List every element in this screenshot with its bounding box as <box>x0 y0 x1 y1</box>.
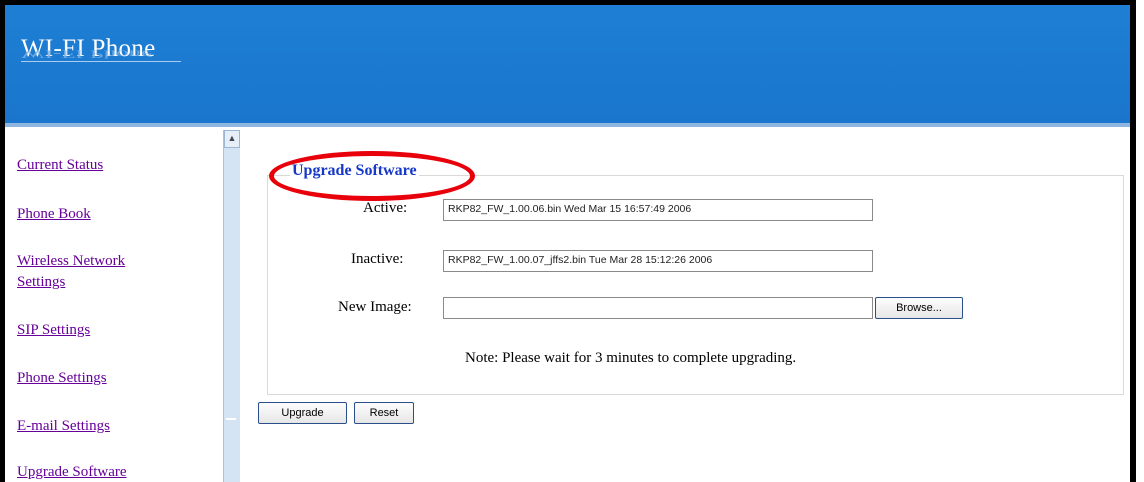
sidebar-item-phone-book[interactable]: Phone Book <box>17 204 91 224</box>
upgrade-button[interactable]: Upgrade <box>258 402 347 424</box>
browse-button[interactable]: Browse... <box>875 297 963 319</box>
sidebar-item-wireless-network[interactable]: Wireless Network <box>17 251 125 271</box>
sidebar-item-sip-settings[interactable]: SIP Settings <box>17 320 90 340</box>
sidebar-nav: Current Status Phone Book Wireless Netwo… <box>5 127 220 482</box>
highlight-oval <box>269 151 475 201</box>
new-image-label: New Image: <box>338 299 412 315</box>
reset-button[interactable]: Reset <box>354 402 414 424</box>
logo-reflection: WI-FI Phone <box>21 47 153 60</box>
inactive-label: Inactive: <box>351 251 404 267</box>
active-label: Active: <box>363 200 408 216</box>
sidebar-item-upgrade-software[interactable]: Upgrade Software <box>17 462 127 482</box>
active-firmware-field[interactable]: RKP82_FW_1.00.06.bin Wed Mar 15 16:57:49… <box>443 199 873 221</box>
page-header: WI-FI Phone WI-FI Phone <box>5 5 1130 123</box>
sidebar-item-wireless-network-settings[interactable]: Settings <box>17 272 65 292</box>
sidebar-item-email-settings[interactable]: E-mail Settings <box>17 416 110 436</box>
scrollbar-mark <box>226 418 236 420</box>
new-image-file-input[interactable] <box>443 297 873 319</box>
logo-underline <box>21 61 181 62</box>
sidebar-item-current-status[interactable]: Current Status <box>17 155 103 175</box>
browser-frame: WI-FI Phone WI-FI Phone Current Status P… <box>0 0 1136 482</box>
inactive-firmware-field[interactable]: RKP82_FW_1.00.07_jffs2.bin Tue Mar 28 15… <box>443 250 873 272</box>
scroll-up-arrow-icon[interactable]: ▲ <box>224 130 240 148</box>
upgrade-note: Note: Please wait for 3 minutes to compl… <box>465 350 797 366</box>
sidebar-scrollbar[interactable]: ▲ <box>223 130 240 482</box>
sidebar-item-phone-settings[interactable]: Phone Settings <box>17 368 107 388</box>
